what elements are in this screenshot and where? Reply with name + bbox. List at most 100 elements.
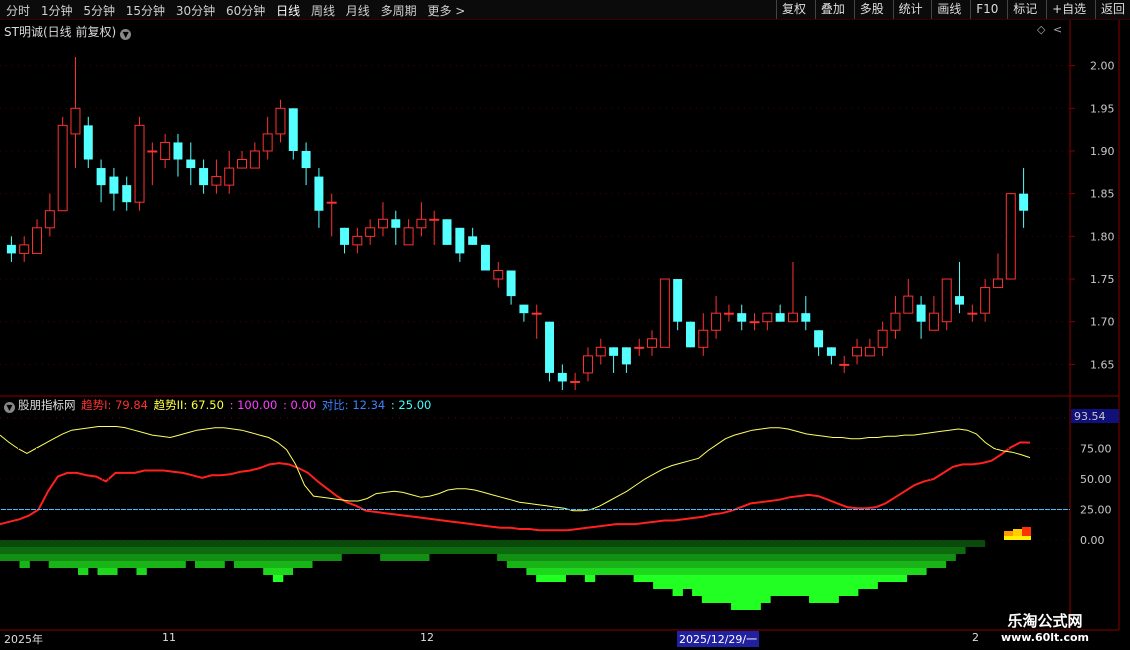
histogram-bar	[721, 589, 732, 596]
histogram-bar	[877, 547, 888, 554]
candle-body	[582, 355, 593, 374]
histogram-bar	[867, 540, 878, 547]
histogram-bar	[506, 547, 518, 554]
histogram-bar	[740, 554, 752, 561]
histogram-bar	[506, 540, 518, 547]
price-tick-label: 1.75	[1090, 273, 1115, 286]
histogram-bar	[107, 547, 118, 554]
indicator-tick-label: 75.00	[1080, 443, 1112, 456]
candle-body	[199, 168, 209, 186]
indicator-name: 股朋指标网	[18, 398, 76, 412]
candle-body	[992, 278, 1003, 289]
histogram-bar	[623, 547, 635, 554]
histogram-bar	[653, 582, 664, 589]
histogram-bar	[175, 554, 186, 561]
histogram-bar	[672, 547, 683, 554]
histogram-bar	[887, 561, 898, 568]
histogram-bar	[506, 561, 518, 568]
legend-upper: : 100.00	[229, 398, 278, 412]
candle	[685, 321, 695, 348]
histogram-bar	[838, 547, 849, 554]
candle	[480, 244, 490, 271]
candle-body	[480, 244, 490, 271]
histogram-bar	[789, 568, 800, 575]
histogram-bar	[682, 554, 693, 561]
histogram-bar	[97, 554, 108, 561]
histogram-bar	[779, 540, 791, 547]
histogram-bar	[935, 540, 947, 547]
candle-body	[877, 329, 888, 348]
histogram-bar	[292, 547, 303, 554]
date-label: 2	[972, 631, 979, 644]
histogram-bar	[731, 547, 742, 554]
histogram-bar	[458, 547, 469, 554]
histogram-bar	[555, 547, 566, 554]
histogram-bar	[643, 554, 654, 561]
signal-bar	[1004, 536, 1031, 540]
histogram-bar	[175, 561, 186, 568]
histogram-bar	[263, 568, 274, 575]
histogram-bar	[555, 540, 566, 547]
chart-canvas[interactable]: 2.00 1.95 1.90 1.85 1.80 1.75 1.70 1.65 75.00 50…	[0, 0, 1130, 650]
histogram-bar	[701, 589, 713, 596]
histogram-bar	[896, 547, 908, 554]
histogram-bar	[916, 554, 927, 561]
candle-body	[890, 312, 901, 331]
histogram-bar	[155, 547, 167, 554]
histogram-bar	[653, 540, 664, 547]
histogram-bar	[643, 568, 654, 575]
histogram-bar	[214, 561, 225, 568]
histogram-bar	[253, 540, 264, 547]
candle-body	[506, 270, 516, 297]
candle-body	[852, 346, 863, 357]
histogram-bar	[760, 561, 771, 568]
histogram-bar	[731, 568, 742, 575]
candle-body	[903, 295, 914, 314]
histogram-bar	[896, 561, 908, 568]
histogram-bar	[906, 561, 917, 568]
histogram-bar	[438, 540, 449, 547]
histogram-bar	[458, 540, 469, 547]
chevron-down-icon[interactable]: ▼	[4, 402, 15, 413]
histogram-bar	[487, 547, 498, 554]
histogram-bar	[926, 547, 937, 554]
histogram-bar	[428, 547, 440, 554]
histogram-bar	[399, 554, 410, 561]
chevron-left-icon[interactable]: <	[1053, 23, 1062, 36]
histogram-bar	[0, 540, 11, 547]
histogram-bar	[194, 561, 206, 568]
histogram-bar	[682, 582, 693, 589]
histogram-bar	[877, 561, 888, 568]
candle-body	[595, 346, 606, 357]
diamond-icon[interactable]: ◇	[1037, 23, 1046, 36]
candle-body	[211, 176, 222, 186]
histogram-bar	[282, 540, 294, 547]
histogram-bar	[107, 554, 118, 561]
histogram-bar	[409, 547, 420, 554]
histogram-bar	[282, 547, 294, 554]
histogram-bar	[701, 554, 713, 561]
histogram-bar	[653, 561, 664, 568]
histogram-bar	[224, 547, 235, 554]
candle-body	[621, 347, 631, 365]
histogram-bar	[565, 547, 576, 554]
histogram-bar	[740, 603, 752, 610]
indicator-tick-label: 0.00	[1080, 534, 1105, 547]
chevron-down-icon[interactable]: ▼	[120, 29, 132, 40]
histogram-bar	[662, 582, 674, 589]
histogram-bar	[136, 547, 147, 554]
candle-body	[673, 279, 683, 322]
histogram-bar	[935, 554, 947, 561]
histogram-bar	[867, 575, 878, 582]
histogram-bar	[136, 540, 147, 547]
histogram-bar	[623, 568, 635, 575]
histogram-bar	[448, 547, 459, 554]
histogram-bar	[692, 568, 703, 575]
histogram-bar	[165, 561, 177, 568]
histogram-bar	[799, 575, 810, 582]
histogram-bar	[955, 540, 966, 547]
histogram-bar	[838, 582, 849, 589]
histogram-bar	[77, 547, 89, 554]
histogram-bar	[292, 554, 303, 561]
histogram-bar	[19, 540, 30, 547]
